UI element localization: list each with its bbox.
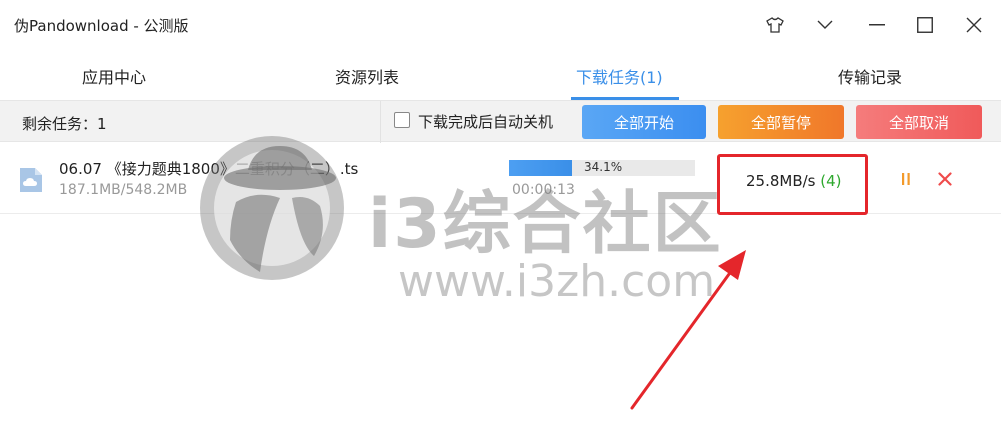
pause-task-button[interactable]	[897, 169, 915, 189]
pause-all-button[interactable]: 全部暂停	[718, 105, 844, 139]
cancel-all-button[interactable]: 全部取消	[856, 105, 982, 139]
maximize-icon	[917, 17, 933, 33]
annotation-arrow	[630, 250, 746, 410]
maximize-button[interactable]	[910, 10, 940, 40]
close-button[interactable]	[959, 10, 989, 40]
file-cloud-icon	[20, 168, 42, 192]
pause-icon	[902, 173, 910, 185]
minimize-button[interactable]	[862, 10, 892, 40]
menu-button[interactable]	[810, 10, 840, 40]
close-icon	[966, 17, 982, 33]
title-bar: 伪Pandownload - 公测版	[0, 0, 1001, 52]
start-all-button[interactable]: 全部开始	[582, 105, 706, 139]
tab-transfer-records[interactable]: 传输记录	[838, 64, 902, 88]
skin-button[interactable]	[760, 10, 790, 40]
file-size: 187.1MB/548.2MB	[59, 182, 188, 198]
remaining-tasks: 剩余任务：1	[22, 115, 107, 133]
main-tabs: 应用中心 资源列表 下载任务(1) 传输记录	[0, 52, 1001, 100]
cancel-task-button[interactable]	[934, 168, 956, 190]
minimize-icon	[869, 24, 885, 26]
toolbar-divider	[380, 101, 381, 143]
watermark-logo	[200, 136, 344, 280]
tab-download-tasks[interactable]: 下载任务(1)	[576, 64, 663, 88]
tshirt-icon	[766, 17, 784, 33]
auto-shutdown-label[interactable]: 下载完成后自动关机	[418, 111, 553, 132]
tab-app-center[interactable]: 应用中心	[82, 64, 146, 88]
auto-shutdown-checkbox[interactable]	[394, 112, 410, 128]
window-title: 伪Pandownload - 公测版	[14, 17, 189, 35]
speed-highlight-box	[717, 154, 868, 215]
tab-resource-list[interactable]: 资源列表	[335, 64, 399, 88]
task-toolbar: 剩余任务：1 下载完成后自动关机 全部开始 全部暂停 全部取消	[0, 100, 1001, 143]
chevron-down-icon	[817, 20, 833, 29]
cancel-icon	[938, 172, 952, 186]
